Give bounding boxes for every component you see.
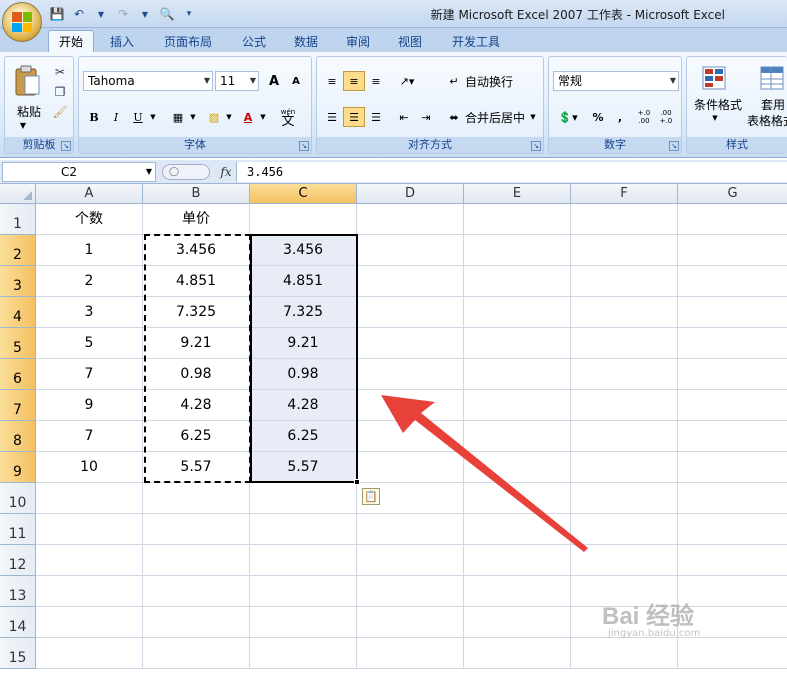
- watermark-logo: Bai 经验: [602, 603, 695, 630]
- annotation-arrow: [381, 395, 588, 552]
- office-button[interactable]: [2, 2, 42, 42]
- office-logo-icon: [12, 12, 32, 32]
- watermark-url: jingyan.baidu.com: [608, 628, 701, 639]
- arrow-shape: [381, 395, 588, 552]
